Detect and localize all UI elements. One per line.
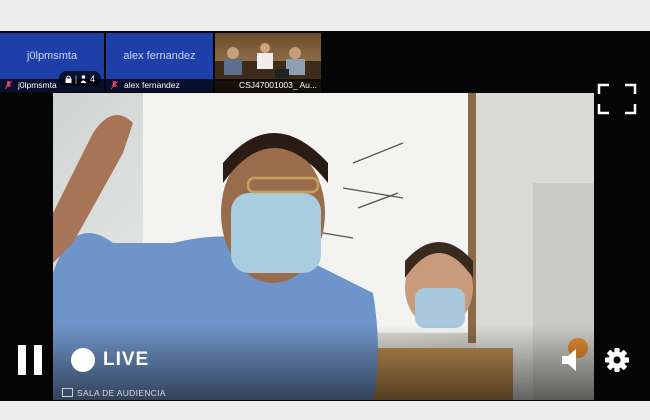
room-icon	[62, 388, 73, 397]
person-icon	[80, 74, 87, 83]
room-caption-text: SALA DE AUDIENCIA	[77, 388, 166, 398]
muted-mic-icon	[5, 81, 12, 90]
bottom-bar	[0, 401, 650, 420]
participant-label: j0lpmsmta	[18, 80, 57, 90]
room-caption: SALA DE AUDIENCIA	[62, 388, 166, 398]
viewer-count: 4	[90, 73, 96, 84]
video-player[interactable]: j0lpmsmta j0lpmsmta alex fernandez alex …	[0, 31, 650, 401]
volume-icon[interactable]	[560, 346, 586, 374]
live-label: LIVE	[103, 349, 150, 370]
pause-icon[interactable]	[18, 345, 44, 375]
participant-tile-3[interactable]: CSJ47001003_ Au...	[215, 33, 321, 92]
lock-icon	[65, 75, 72, 83]
participant-footer: CSJ47001003_ Au...	[215, 79, 321, 92]
participant-tile-name: alex fernandez	[123, 50, 196, 62]
participant-footer: alex fernandez	[106, 79, 213, 92]
viewer-count-badge: | 4	[59, 71, 101, 86]
participant-label: alex fernandez	[124, 80, 180, 90]
participant-tile-2[interactable]: alex fernandez alex fernandez	[106, 33, 213, 92]
muted-mic-icon	[111, 81, 118, 90]
top-bar	[0, 0, 650, 31]
badge-divider: |	[74, 73, 78, 84]
participant-tile-name: j0lpmsmta	[26, 50, 78, 62]
gear-icon[interactable]	[604, 347, 630, 373]
participant-label: CSJ47001003_ Au...	[239, 80, 317, 90]
live-indicator-dot	[71, 348, 95, 372]
fullscreen-icon[interactable]	[597, 83, 637, 115]
